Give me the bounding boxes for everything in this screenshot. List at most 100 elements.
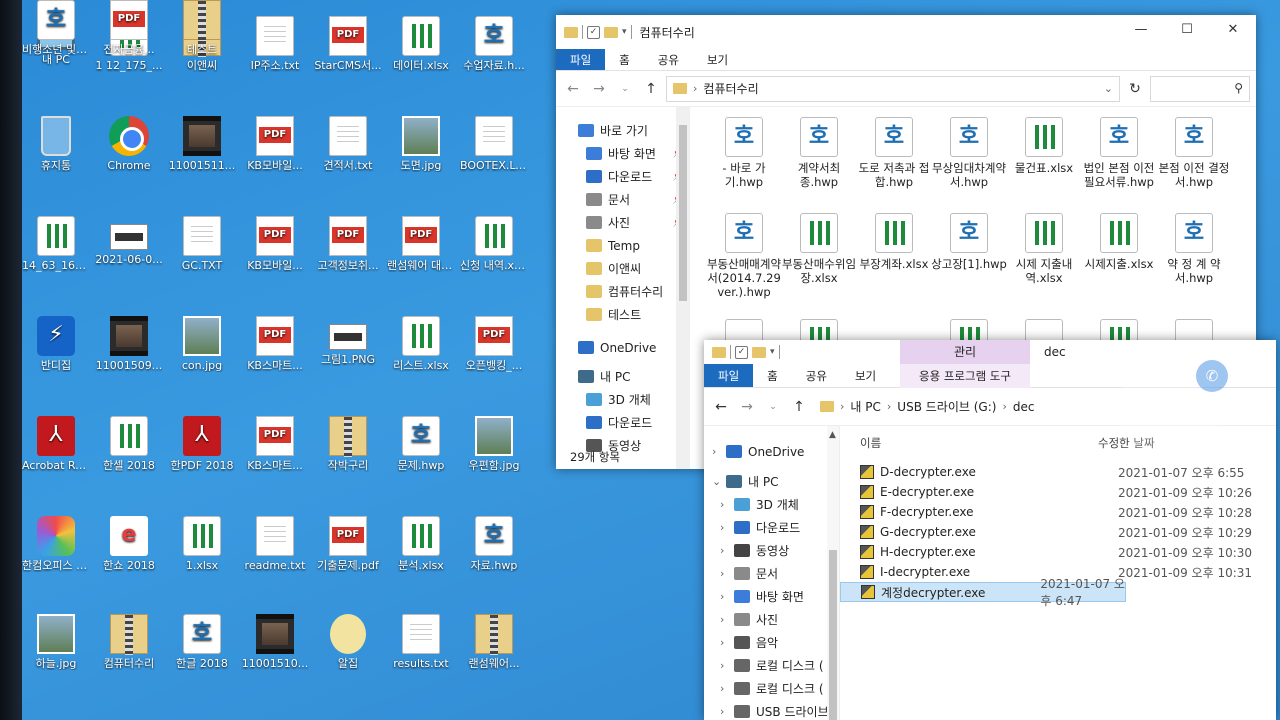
- nav-item[interactable]: 테스트: [556, 303, 690, 326]
- tab-view[interactable]: 보기: [693, 49, 742, 70]
- breadcrumb-this-pc[interactable]: 내 PC: [850, 398, 880, 415]
- desktop-icon[interactable]: 분석.xlsx: [387, 516, 455, 572]
- nav-item[interactable]: 바로 가기: [556, 119, 690, 142]
- desktop-icon[interactable]: 호 한글 2018: [168, 614, 236, 670]
- desktop-icon[interactable]: 14_63_168...: [22, 216, 90, 272]
- desktop-icon[interactable]: con.jpg: [168, 316, 236, 372]
- breadcrumb-dec[interactable]: dec: [1013, 400, 1035, 414]
- nav-item[interactable]: 사진📌: [556, 211, 690, 234]
- file-item[interactable]: 호 법인 본점 이전 필요서류.hwp: [1081, 117, 1157, 189]
- file-item[interactable]: 시제 지출내역.xlsx: [1006, 213, 1082, 285]
- nav-item[interactable]: ⌄ 내 PC: [704, 470, 839, 493]
- chevron-right-icon[interactable]: ›: [1002, 400, 1006, 413]
- nav-item[interactable]: 다운로드: [556, 411, 690, 434]
- desktop-icon[interactable]: 호비행소년 및 청소년 연...: [22, 0, 90, 56]
- nav-item[interactable]: 이앤씨: [556, 257, 690, 280]
- file-item[interactable]: 호 도로 저촉과 접합.hwp: [856, 117, 932, 189]
- desktop-icon[interactable]: 데이터.xlsx: [387, 16, 455, 72]
- desktop-icon[interactable]: 견적서.txt: [314, 116, 382, 172]
- expand-chevron-icon[interactable]: ›: [720, 498, 734, 511]
- desktop-icon[interactable]: 호 문제.hwp: [387, 416, 455, 472]
- desktop-icon[interactable]: 한셀 2018: [95, 416, 163, 472]
- nav-item[interactable]: 다운로드📌: [556, 165, 690, 188]
- desktop-icon[interactable]: PDF KB모바일...: [241, 216, 309, 272]
- breadcrumb-usb-drive[interactable]: USB 드라이브 (G:): [897, 398, 996, 415]
- desktop-icon[interactable]: PDF 전자금융...: [95, 0, 163, 56]
- tab-share[interactable]: 공유: [644, 49, 693, 70]
- expand-chevron-icon[interactable]: ›: [720, 613, 734, 626]
- desktop-icon[interactable]: 알집: [314, 614, 382, 670]
- nav-item[interactable]: › 음악: [704, 631, 839, 654]
- chevron-right-icon[interactable]: ›: [887, 400, 891, 413]
- nav-item[interactable]: › 로컬 디스크 (: [704, 654, 839, 677]
- nav-item[interactable]: 바탕 화면📌: [556, 142, 690, 165]
- properties-icon[interactable]: ✓: [735, 345, 748, 359]
- file-item[interactable]: 부동산매수위임장.xlsx: [781, 213, 857, 285]
- nav-item[interactable]: › OneDrive: [704, 440, 839, 463]
- file-item[interactable]: 시제지출.xlsx: [1081, 213, 1157, 271]
- chevron-down-icon[interactable]: ⌄: [762, 402, 784, 412]
- nav-item[interactable]: › 동영상: [704, 539, 839, 562]
- forward-arrow-icon[interactable]: →: [588, 81, 610, 97]
- properties-icon[interactable]: ✓: [587, 25, 600, 39]
- desktop-icon[interactable]: 호 수업자료.h...: [460, 16, 528, 72]
- desktop-icon[interactable]: BOOTEX.LOG: [460, 116, 528, 172]
- desktop-icon[interactable]: Chrome: [95, 116, 163, 172]
- new-folder-icon[interactable]: [604, 26, 618, 38]
- expand-chevron-icon[interactable]: ›: [720, 659, 734, 672]
- nav-item[interactable]: 내 PC: [556, 365, 690, 388]
- chevron-down-icon[interactable]: ⌄: [614, 84, 636, 94]
- expand-chevron-icon[interactable]: ›: [720, 636, 734, 649]
- forward-arrow-icon[interactable]: →: [736, 399, 758, 415]
- tab-file[interactable]: 파일: [556, 49, 606, 70]
- new-folder-icon[interactable]: [752, 346, 766, 358]
- expand-chevron-icon[interactable]: ›: [720, 705, 734, 718]
- desktop-icon[interactable]: 11001511...: [168, 116, 236, 172]
- nav-item[interactable]: Temp: [556, 234, 690, 257]
- file-item[interactable]: 물건표.xlsx: [1006, 117, 1082, 175]
- up-arrow-icon[interactable]: ↑: [788, 399, 810, 415]
- file-item[interactable]: 호 무상임대차계약서.hwp: [931, 117, 1007, 189]
- desktop-icon[interactable]: PDF StarCMS서...: [314, 16, 382, 72]
- desktop-icon[interactable]: ⅄ 한PDF 2018: [168, 416, 236, 472]
- nav-scrollbar[interactable]: ▲: [827, 426, 839, 720]
- desktop-icon[interactable]: IP주소.txt: [241, 16, 309, 72]
- desktop-icon[interactable]: 2021-06-0...: [95, 216, 163, 266]
- expand-chevron-icon[interactable]: ›: [720, 590, 734, 603]
- tab-home[interactable]: 홈: [605, 49, 644, 70]
- desktop-icon[interactable]: PDF KB스마트...: [241, 416, 309, 472]
- desktop-icon[interactable]: 작박구리: [314, 416, 382, 472]
- expand-chevron-icon[interactable]: ›: [712, 445, 726, 458]
- desktop-icon[interactable]: 한컴오피스 2018: [22, 516, 90, 572]
- nav-item[interactable]: › 3D 개체: [704, 493, 839, 516]
- expand-chevron-icon[interactable]: ›: [720, 521, 734, 534]
- back-arrow-icon[interactable]: ←: [710, 399, 732, 415]
- table-row[interactable]: G-decrypter.exe 2021-01-09 오후 10:29: [840, 522, 1276, 542]
- desktop-icon[interactable]: 그림1.PNG: [314, 316, 382, 366]
- expand-chevron-icon[interactable]: ⌄: [712, 475, 726, 488]
- nav-item[interactable]: › 바탕 화면: [704, 585, 839, 608]
- desktop-icon[interactable]: 테스트: [168, 0, 236, 56]
- maximize-button[interactable]: ☐: [1164, 15, 1210, 45]
- desktop-icon[interactable]: PDF KB모바일...: [241, 116, 309, 172]
- tab-view[interactable]: 보기: [841, 364, 890, 387]
- table-row[interactable]: F-decrypter.exe 2021-01-09 오후 10:28: [840, 502, 1276, 522]
- nav-item[interactable]: › 로컬 디스크 (: [704, 677, 839, 700]
- file-item[interactable]: 호약 정 계 약 서.hwp: [1156, 213, 1232, 285]
- desktop-icon[interactable]: 호 자료.hwp: [460, 516, 528, 572]
- search-input[interactable]: ⚲: [1150, 75, 1250, 102]
- table-row[interactable]: H-decrypter.exe 2021-01-09 오후 10:30: [840, 542, 1276, 562]
- nav-item[interactable]: › 다운로드: [704, 516, 839, 539]
- tab-app-tools[interactable]: 응용 프로그램 도구: [900, 364, 1030, 388]
- desktop-icon[interactable]: 리스트.xlsx: [387, 316, 455, 372]
- desktop-icon[interactable]: PDF 랜섬웨어 대응방안.pdf: [387, 216, 455, 272]
- desktop-icon[interactable]: PDF 고객정보취...: [314, 216, 382, 272]
- file-item[interactable]: 호 상고장[1].hwp: [931, 213, 1007, 271]
- desktop-icon[interactable]: 도면.jpg: [387, 116, 455, 172]
- nav-item[interactable]: 문서📌: [556, 188, 690, 211]
- desktop-icon[interactable]: results.txt: [387, 614, 455, 670]
- file-item[interactable]: 호 본점 이전 결정서.hwp: [1156, 117, 1232, 189]
- tab-file[interactable]: 파일: [704, 364, 754, 387]
- table-row[interactable]: E-decrypter.exe 2021-01-09 오후 10:26: [840, 482, 1276, 502]
- refresh-icon[interactable]: ↻: [1124, 81, 1146, 97]
